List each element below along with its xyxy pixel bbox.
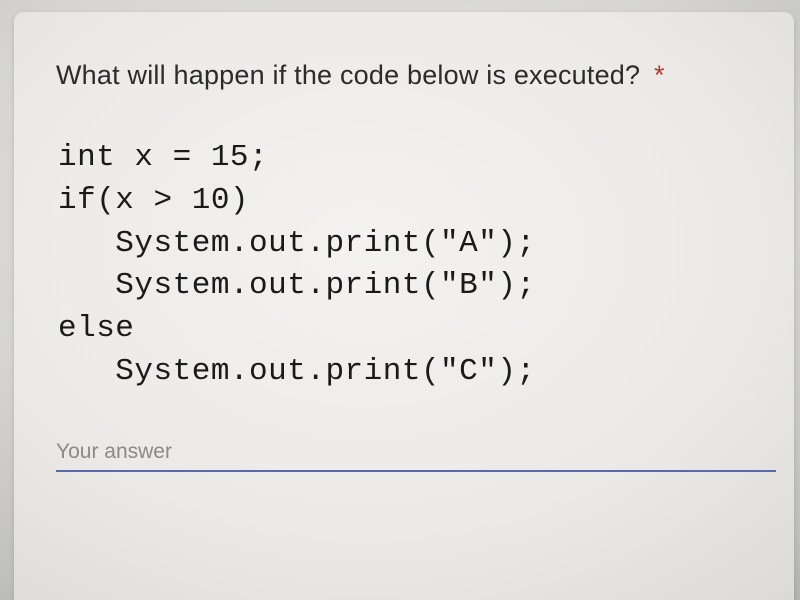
answer-input[interactable] [56,438,776,472]
code-line: System.out.print("C"); [58,354,536,389]
question-text-line: What will happen if the code below is ex… [56,60,752,91]
code-line: else [58,311,134,346]
code-block: int x = 15; if(x > 10) System.out.print(… [58,137,752,394]
required-asterisk: * [654,60,665,90]
code-line: System.out.print("B"); [58,268,536,303]
answer-field-wrap [56,438,752,472]
code-line: int x = 15; [58,140,268,175]
code-line: System.out.print("A"); [58,226,536,261]
code-line: if(x > 10) [58,183,249,218]
question-text: What will happen if the code below is ex… [56,60,640,90]
question-card: What will happen if the code below is ex… [14,12,794,600]
